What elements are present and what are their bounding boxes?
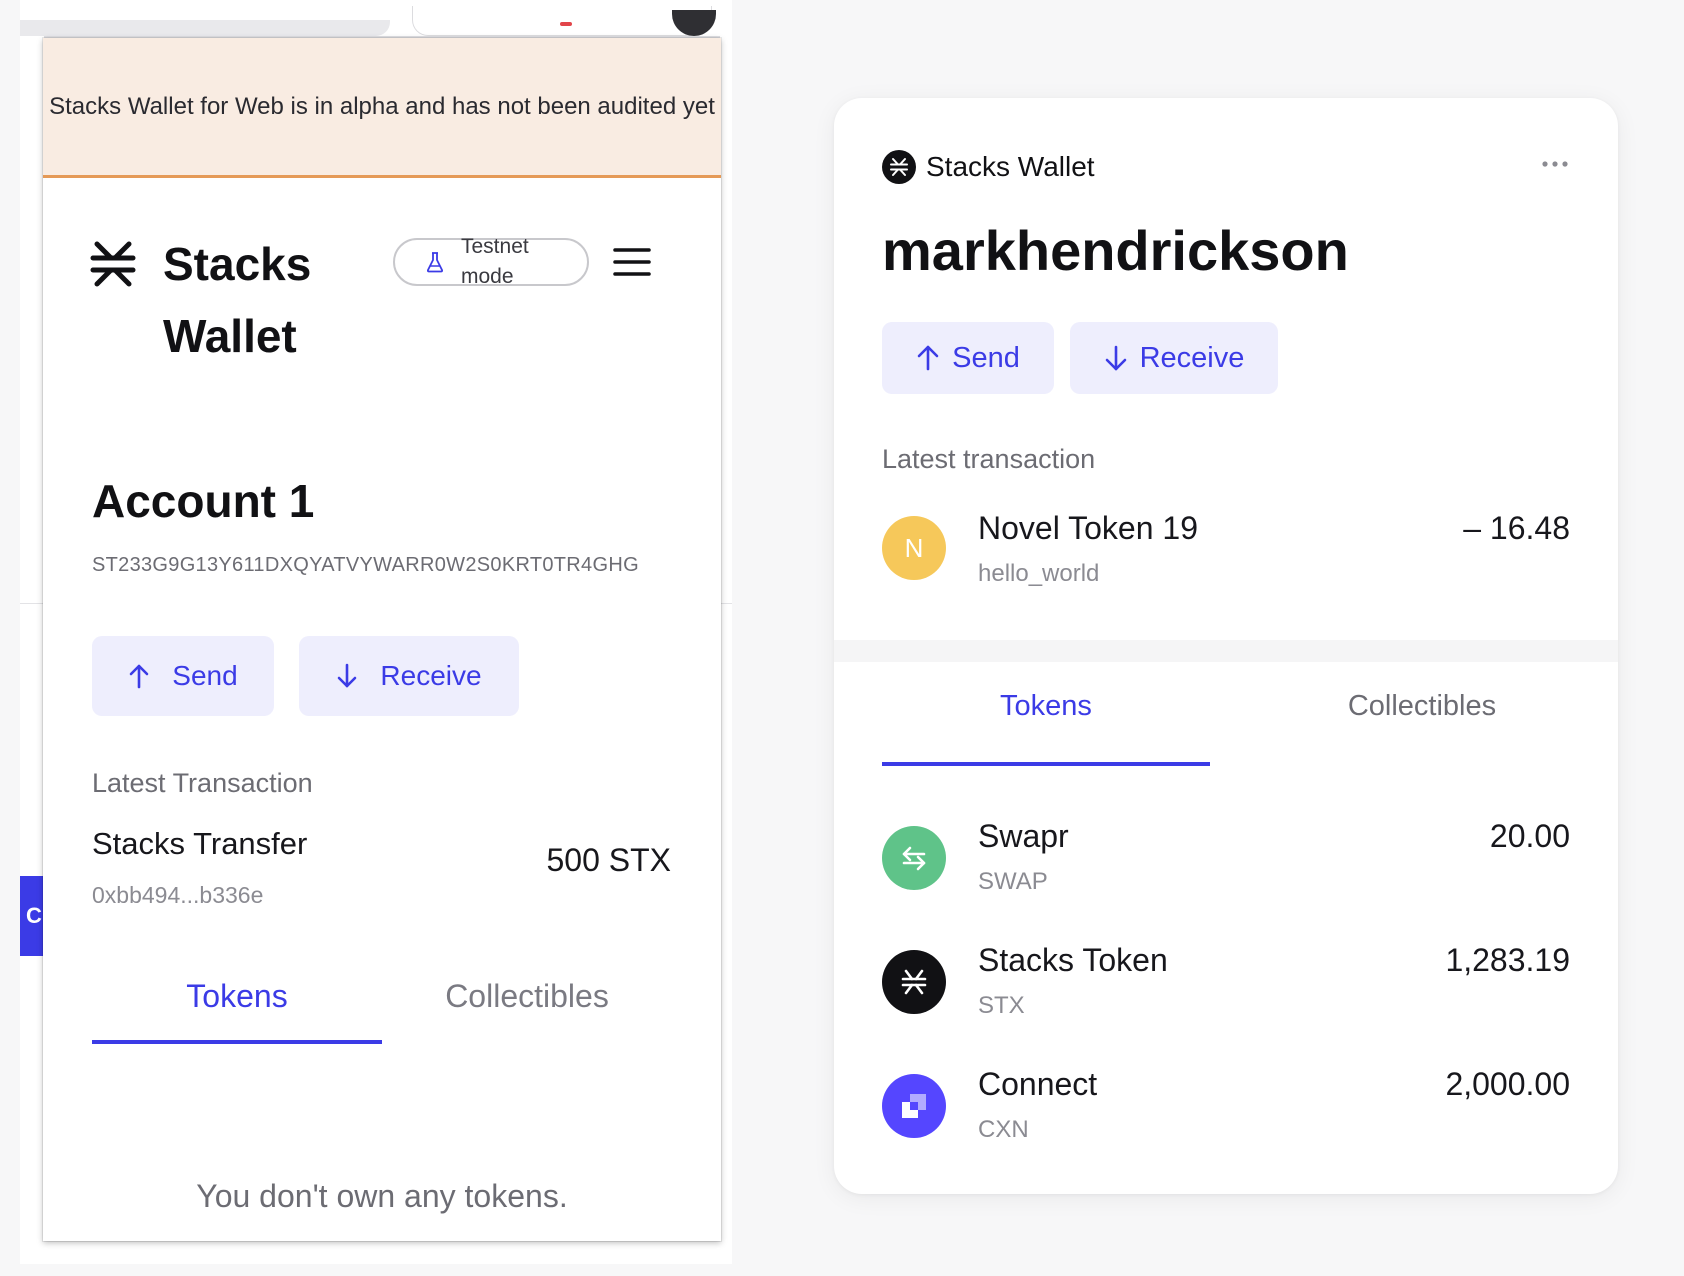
stacks-logo-icon	[882, 150, 916, 184]
token-balance: 2,000.00	[1445, 1066, 1570, 1102]
token-name: Connect	[978, 1066, 1098, 1102]
token-avatar: N	[882, 516, 946, 580]
testnet-mode-badge[interactable]: Testnet mode	[393, 235, 589, 288]
token-symbol: SWAP	[978, 868, 1048, 895]
token-name: Swapr	[978, 818, 1069, 854]
app-name: Stacks Wallet	[926, 151, 1095, 182]
section-divider	[834, 640, 1618, 662]
arrow-down-icon	[1105, 345, 1126, 371]
token-symbol: STX	[978, 992, 1025, 1019]
wallet-card: Stacks Wallet markhendrickson Send Recei…	[834, 98, 1618, 1194]
tab-tokens[interactable]: Tokens	[882, 666, 1210, 766]
transaction-hash[interactable]: 0xbb494...b336e	[92, 882, 263, 909]
token-balance: 1,283.19	[1445, 942, 1570, 978]
swap-arrows-icon	[902, 846, 926, 871]
tab-collectibles[interactable]: Collectibles	[1242, 666, 1602, 766]
account-title: Account 1	[92, 475, 315, 527]
receive-label: Receive	[1139, 341, 1245, 374]
popup-header: Stacks Wallet Testnet mode	[43, 178, 721, 418]
more-options-icon[interactable]	[1540, 154, 1570, 174]
tab-tokens[interactable]: Tokens	[92, 968, 382, 1044]
testnet-mode-label: Testnet mode	[461, 235, 529, 288]
send-button[interactable]: Send	[882, 322, 1054, 394]
tab-collectibles[interactable]: Collectibles	[382, 968, 672, 1044]
transaction-amount: – 16.48	[1463, 510, 1570, 546]
latest-transaction-heading: Latest transaction	[882, 444, 1096, 474]
username: markhendrickson	[882, 219, 1349, 282]
connect-icon	[902, 1094, 926, 1118]
token-balance: 20.00	[1489, 818, 1570, 854]
avatar-letter: N	[904, 532, 924, 563]
token-avatar	[882, 950, 946, 1014]
arrow-down-icon	[338, 663, 357, 688]
latest-transaction-heading: Latest Transaction	[92, 768, 313, 798]
transaction-amount: 500 STX	[546, 842, 671, 878]
brand-title: Stacks Wallet	[163, 238, 312, 362]
hamburger-menu-icon[interactable]	[613, 246, 651, 278]
transaction-token-name: Novel Token 19	[978, 510, 1198, 546]
background-page-left	[20, 36, 44, 1264]
alpha-warning-text: Stacks Wallet for Web is in alpha and ha…	[49, 93, 715, 120]
browser-address-bar[interactable]	[412, 6, 712, 36]
token-avatar	[882, 1074, 946, 1138]
arrow-up-icon	[129, 664, 149, 689]
stacks-logo-icon	[90, 241, 136, 287]
browser-indicator	[560, 22, 572, 26]
alpha-warning-banner: Stacks Wallet for Web is in alpha and ha…	[43, 38, 721, 178]
empty-tokens-message: You don't own any tokens.	[196, 1178, 568, 1214]
asset-tabs: Tokens Collectibles	[882, 666, 1570, 766]
arrow-up-icon	[917, 345, 939, 371]
send-button[interactable]: Send	[92, 636, 274, 716]
wallet-popup: Stacks Wallet for Web is in alpha and ha…	[43, 38, 721, 1241]
background-side-tab[interactable]: C	[20, 876, 44, 956]
flask-icon	[426, 252, 444, 273]
transaction-function: hello_world	[978, 560, 1100, 587]
stacks-icon	[901, 969, 927, 995]
receive-button[interactable]: Receive	[299, 636, 519, 716]
send-label: Send	[172, 660, 238, 691]
background-page-right	[720, 36, 732, 1264]
receive-button[interactable]: Receive	[1070, 322, 1278, 394]
token-symbol: CXN	[978, 1116, 1029, 1143]
receive-label: Receive	[380, 660, 482, 691]
background-divider	[720, 603, 732, 604]
transaction-title[interactable]: Stacks Transfer	[92, 826, 307, 862]
background-page-bottom	[20, 1242, 732, 1264]
browser-tab[interactable]	[20, 20, 390, 36]
token-avatar	[882, 826, 946, 890]
token-name: Stacks Token	[978, 942, 1168, 978]
account-address[interactable]: ST233G9G13Y611DXQYATVYWARR0W2S0KRT0TR4GH…	[92, 554, 639, 577]
background-divider	[20, 603, 44, 604]
asset-tabs: Tokens Collectibles	[92, 968, 672, 1048]
send-label: Send	[952, 341, 1020, 374]
